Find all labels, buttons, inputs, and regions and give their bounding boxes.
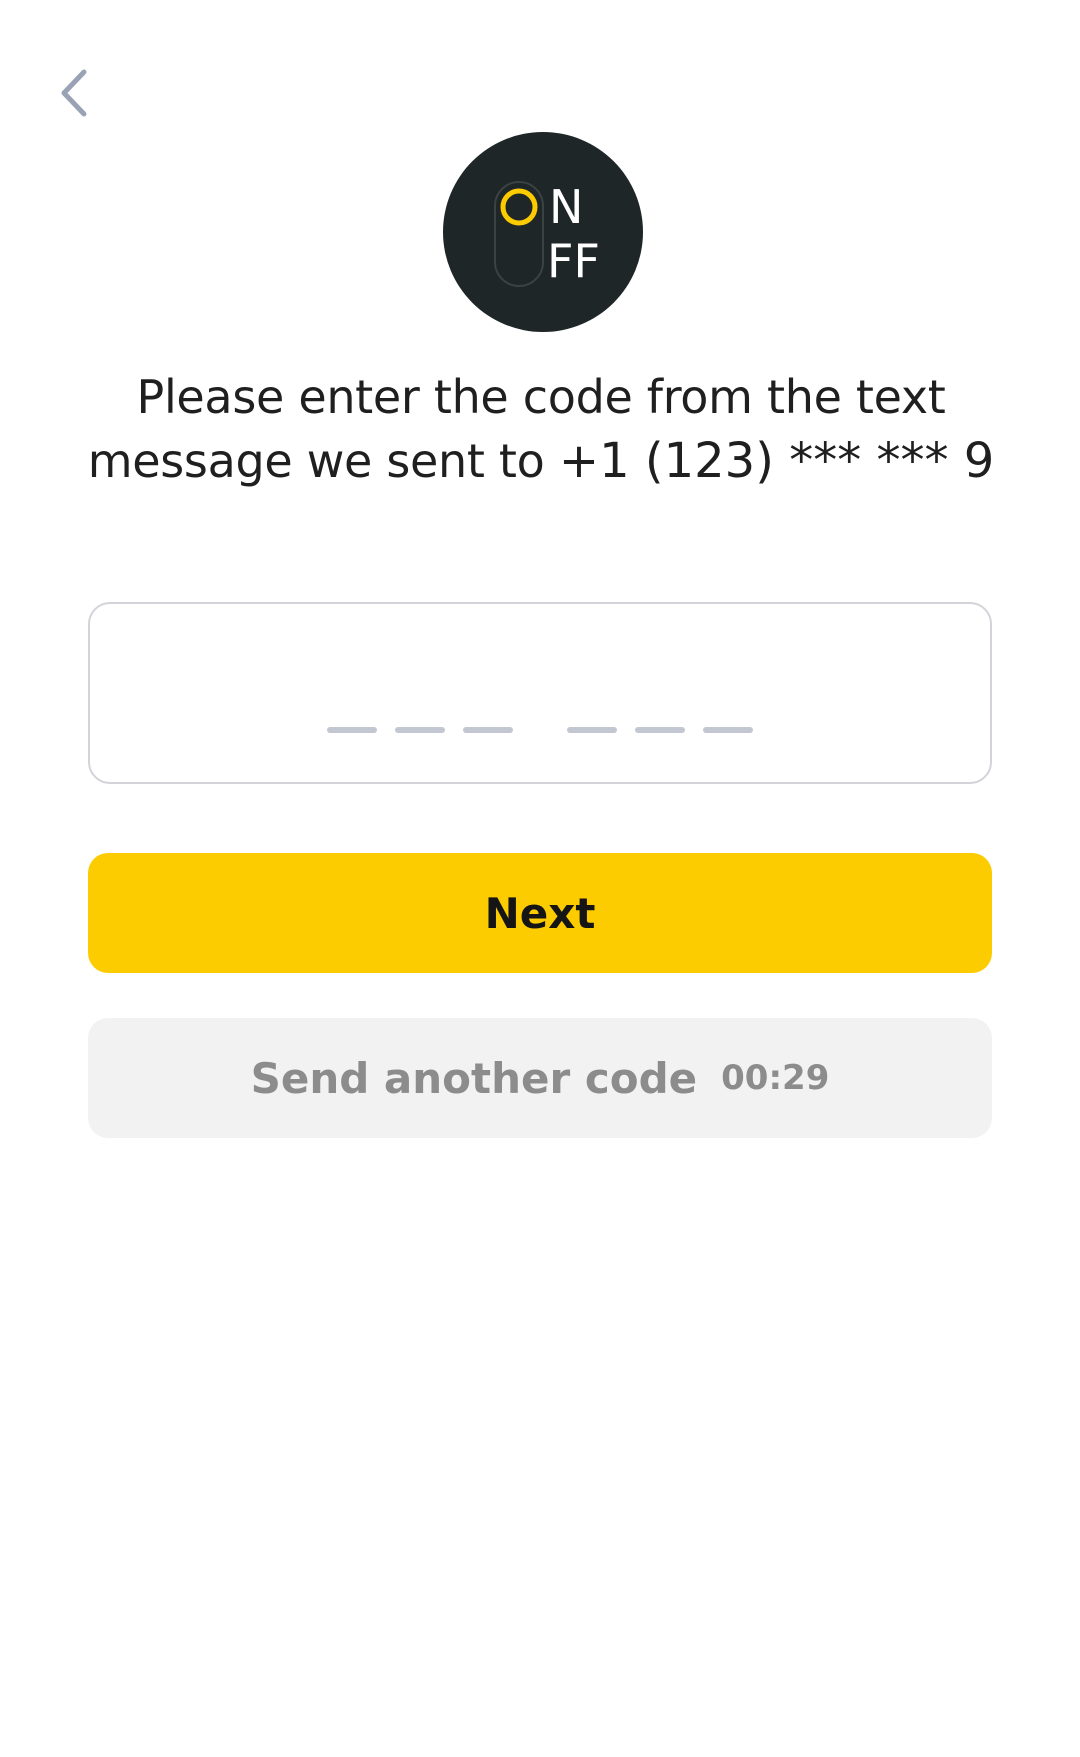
send-another-code-button[interactable]: Send another code 00:29: [88, 1018, 992, 1138]
send-another-code-label: Send another code: [250, 1053, 698, 1103]
code-digit-slot: [703, 727, 753, 733]
app-logo: N FF: [443, 132, 643, 332]
back-button[interactable]: [44, 58, 104, 128]
on-off-toggle-icon: N FF: [443, 132, 643, 332]
resend-countdown-timer: 00:29: [721, 1058, 830, 1098]
code-digit-placeholders: [90, 727, 990, 733]
chevron-left-icon: [61, 69, 87, 117]
next-button-label: Next: [484, 888, 596, 938]
logo-bottom-text: FF: [547, 234, 600, 288]
masked-phone-number: +1 (123) *** *** 9: [558, 433, 995, 489]
code-digit-slot: [567, 727, 617, 733]
code-digit-slot: [327, 727, 377, 733]
code-group-gap: [522, 727, 558, 733]
code-digit-slot: [395, 727, 445, 733]
code-digit-slot: [635, 727, 685, 733]
sms-code-input[interactable]: [88, 602, 992, 784]
logo-top-text: N: [549, 180, 583, 234]
instruction-text: Please enter the code from the text mess…: [60, 365, 1022, 493]
next-button[interactable]: Next: [88, 853, 992, 973]
code-digit-slot: [463, 727, 513, 733]
